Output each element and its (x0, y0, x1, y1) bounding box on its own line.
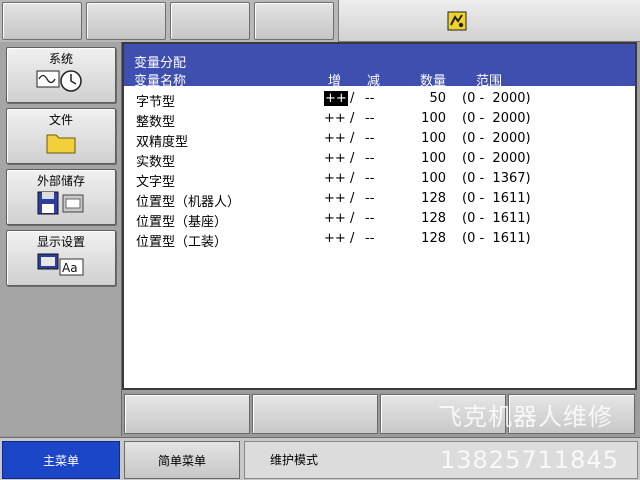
status-area (338, 0, 640, 42)
row-range: (0 - 2000) (462, 91, 531, 106)
row-name: 位置型（机器人） (136, 195, 241, 210)
display-font-icon: Aa (37, 253, 84, 276)
table-row[interactable]: 实数型 ++ / -- 100 (0 - 2000) (124, 149, 635, 170)
row-quantity: 128 (421, 231, 446, 246)
row-range: (0 - 2000) (462, 151, 531, 166)
folder-icon (46, 134, 76, 154)
decrement-button[interactable]: -- (365, 91, 374, 106)
row-quantity: 50 (429, 91, 446, 106)
row-range: (0 - 1611) (462, 211, 531, 226)
row-name: 实数型 (136, 155, 176, 170)
decrement-button[interactable]: -- (365, 171, 374, 186)
file-label: 文件 (48, 113, 73, 127)
waveform-clock-icon (36, 70, 82, 92)
row-separator: / (350, 111, 355, 126)
row-name: 字节型 (136, 95, 176, 110)
row-range: (0 - 2000) (462, 111, 531, 126)
function-key-1[interactable] (124, 394, 250, 434)
file-button[interactable]: 文件 (6, 108, 116, 164)
table-row[interactable]: 文字型 ++ / -- 100 (0 - 1367) (124, 169, 635, 190)
decrement-button[interactable]: -- (365, 111, 374, 126)
top-tab-4[interactable] (254, 2, 334, 40)
table-row[interactable]: 整数型 ++ / -- 100 (0 - 2000) (124, 109, 635, 130)
row-name: 位置型（工装） (136, 235, 228, 250)
row-range: (0 - 1611) (462, 231, 531, 246)
system-label: 系统 (48, 52, 73, 66)
system-button[interactable]: 系统 (6, 47, 116, 103)
header-dec: 减 (367, 74, 381, 89)
row-quantity: 100 (421, 151, 446, 166)
row-range: (0 - 2000) (462, 131, 531, 146)
top-tab-bar (0, 0, 640, 42)
increment-button[interactable]: ++ (324, 191, 346, 206)
table-row[interactable]: 位置型（工装） ++ / -- 128 (0 - 1611) (124, 229, 635, 250)
header-inc: 增 (328, 74, 342, 89)
decrement-button[interactable]: -- (365, 191, 374, 206)
external-storage-button[interactable]: 外部储存 (6, 169, 116, 225)
increment-button[interactable]: ++ (324, 211, 346, 226)
row-quantity: 100 (421, 171, 446, 186)
row-separator: / (350, 211, 355, 226)
increment-button[interactable]: ++ (324, 131, 346, 146)
increment-button[interactable]: ++ (324, 171, 346, 186)
row-separator: / (350, 191, 355, 206)
row-name: 文字型 (136, 175, 176, 190)
panel-title: 变量分配 (134, 56, 187, 71)
mode-label: 维护模式 (270, 453, 319, 467)
row-quantity: 100 (421, 131, 446, 146)
row-name: 双精度型 (136, 135, 189, 150)
increment-button[interactable]: ++ (324, 91, 348, 106)
increment-button[interactable]: ++ (324, 151, 346, 166)
table-row[interactable]: 双精度型 ++ / -- 100 (0 - 2000) (124, 129, 635, 150)
floppy-disk-icon (37, 191, 84, 215)
decrement-button[interactable]: -- (365, 211, 374, 226)
decrement-button[interactable]: -- (365, 231, 374, 246)
display-settings-label: 显示设置 (36, 235, 85, 249)
top-tab-2[interactable] (86, 2, 166, 40)
function-key-2[interactable] (252, 394, 378, 434)
watermark-text: 飞克机器人维修 (438, 403, 613, 431)
decrement-button[interactable]: -- (365, 151, 374, 166)
header-name: 变量名称 (134, 74, 187, 89)
row-range: (0 - 1611) (462, 191, 531, 206)
main-menu-button[interactable]: 主菜单 (2, 441, 120, 479)
header-range: 范围 (476, 74, 503, 89)
decrement-button[interactable]: -- (365, 131, 374, 146)
simple-menu-button[interactable]: 简单菜单 (124, 441, 240, 479)
external-storage-label: 外部储存 (36, 174, 85, 188)
header-qty: 数量 (420, 74, 447, 89)
row-separator: / (350, 131, 355, 146)
row-name: 整数型 (136, 115, 176, 130)
table-row[interactable]: 位置型（基座） ++ / -- 128 (0 - 1611) (124, 209, 635, 230)
row-separator: / (350, 91, 355, 106)
robot-status-icon (447, 11, 467, 31)
panel-header: 变量分配 变量名称 增 减 数量 范围 (124, 44, 635, 89)
row-quantity: 128 (421, 191, 446, 206)
row-separator: / (350, 151, 355, 166)
table-row[interactable]: 位置型（机器人） ++ / -- 128 (0 - 1611) (124, 189, 635, 210)
row-range: (0 - 1367) (462, 171, 531, 186)
row-separator: / (350, 171, 355, 186)
row-name: 位置型（基座） (136, 215, 228, 230)
top-tab-3[interactable] (170, 2, 250, 40)
side-menu: 系统 文件 外部储存 显示设置 Aa (0, 42, 122, 436)
row-quantity: 128 (421, 211, 446, 226)
display-settings-button[interactable]: 显示设置 Aa (6, 230, 116, 286)
variable-allocation-panel: 变量分配 变量名称 增 减 数量 范围 字节型 ++ / -- 50 (0 - … (122, 42, 637, 390)
increment-button[interactable]: ++ (324, 231, 346, 246)
row-quantity: 100 (421, 111, 446, 126)
increment-button[interactable]: ++ (324, 111, 346, 126)
svg-text:Aa: Aa (62, 261, 78, 275)
top-tab-1[interactable] (2, 2, 82, 40)
table-row[interactable]: 字节型 ++ / -- 50 (0 - 2000) (124, 89, 635, 110)
row-separator: / (350, 231, 355, 246)
watermark-phone: 13825711845 (440, 446, 619, 474)
